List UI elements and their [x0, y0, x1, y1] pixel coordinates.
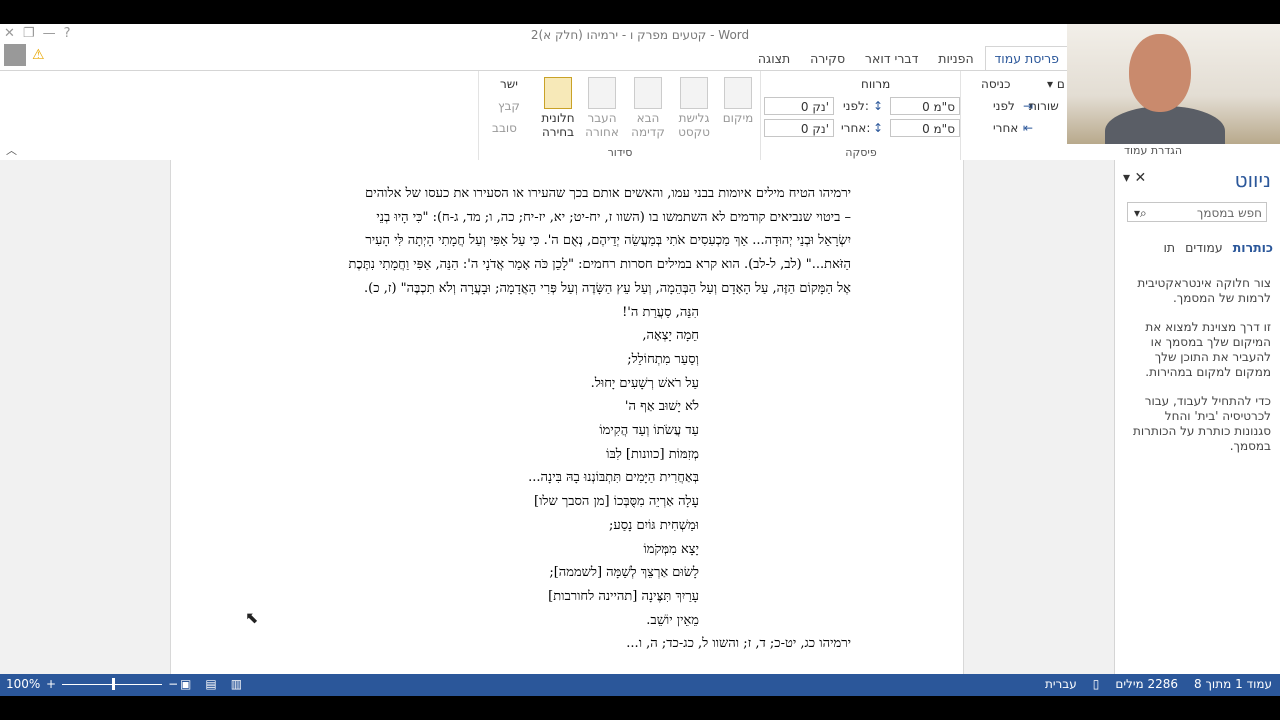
- selection-pane-icon: [544, 77, 572, 109]
- indent-before-label: לפני: [993, 99, 1015, 113]
- paragraph-line: ירמיהו הטיח מילים איומות בבני עמו, והאשי…: [365, 186, 851, 201]
- tab-review[interactable]: סקירה: [802, 47, 853, 70]
- close-nav-pane-icon[interactable]: ✕ ▾: [1123, 170, 1146, 186]
- indent-after-icon: ⇤: [1023, 121, 1034, 135]
- webcam-overlay: [1067, 24, 1280, 144]
- spacing-before-input[interactable]: 0 נק': [764, 97, 834, 115]
- indent-group: כניסה לפני אחרי ⇥ ⇤ ▾ ם שורות: [960, 71, 1069, 161]
- position-icon: [724, 77, 752, 109]
- align-button[interactable]: ישר: [500, 77, 518, 91]
- poem-line: מְזִמּוֹת [כוונות] לִבּוֹ: [606, 446, 699, 462]
- web-layout-icon[interactable]: ▣: [180, 677, 191, 691]
- tab-mailings[interactable]: דברי דואר: [857, 47, 927, 70]
- nav-help-paragraph: כדי להתחיל לעבוד, עבור לכרטיסיה 'בית' וה…: [1133, 394, 1271, 453]
- paragraph-line: הַזֹּאת..." (לב, ל-לב). הוא קרא במילים ח…: [348, 257, 851, 273]
- tab-results[interactable]: תו: [1163, 240, 1175, 255]
- poem-line: בְּאַחֲרִית הַיָּמִים תִּתְבּוֹנְנוּ בָה…: [528, 470, 699, 486]
- proofing-icon[interactable]: ▯: [1093, 677, 1100, 691]
- bring-forward-icon: [634, 77, 662, 109]
- document-area: ירמיהו הטיח מילים איומות בבני עמו, והאשי…: [0, 160, 1114, 674]
- spacing-after-icon: ↕: [873, 121, 884, 135]
- paragraph-line: אֶל הַמָּקוֹם הַזֶּה, עַל הָאָדָם וְעַל …: [364, 280, 851, 296]
- page-setup-label: הגדרת עמוד: [1124, 144, 1183, 157]
- nav-help-paragraph: זו דרך מצוינת למצוא את המיקום שלך במסמך …: [1145, 320, 1271, 379]
- indent-header: כניסה: [981, 77, 1011, 91]
- poem-line: הִנֵּה, סַעֲרַת ה'!: [622, 304, 699, 320]
- arrange-group-label: סידור: [607, 146, 633, 159]
- search-icon[interactable]: ⌕▾: [1134, 203, 1147, 223]
- poem-line: יָצָא מִמְּקֹמוֹ: [643, 541, 699, 557]
- rotate-button[interactable]: סובב: [492, 121, 517, 135]
- mouse-pointer-icon: ⬉: [245, 608, 259, 627]
- webcam-person-face: [1129, 34, 1191, 112]
- read-mode-icon[interactable]: ▥: [231, 677, 242, 691]
- zoom-level[interactable]: 100%: [6, 677, 40, 691]
- poem-line: לֹא יָשׁוּב אַף ה': [624, 399, 699, 415]
- spacing-header: מרווח: [861, 77, 891, 91]
- spacing-after-label: אחרי:: [841, 121, 871, 135]
- nav-help-paragraph: צור חלוקה אינטראקטיבית לרמות של המסמך.: [1137, 276, 1271, 305]
- tab-headings[interactable]: כותרות: [1233, 240, 1273, 255]
- poem-line: חֵמָה יָצְאָה,: [642, 328, 699, 344]
- language[interactable]: עברית: [1045, 677, 1077, 691]
- lines-label: ▾ ם: [1047, 77, 1065, 91]
- lines-option[interactable]: שורות: [1029, 99, 1059, 113]
- spacing-after-input[interactable]: 0 נק': [764, 119, 834, 137]
- wrap-text-button[interactable]: גלישת טקסט: [674, 75, 714, 139]
- zoom-slider[interactable]: + −: [46, 677, 178, 691]
- send-backward-button[interactable]: העבר אחורה: [582, 75, 622, 139]
- paragraph-line: יִשְׂרָאֵל וּבְנֵי יְהוּדָה... אַךְ מַכְ…: [365, 233, 851, 249]
- position-button[interactable]: מיקום: [718, 75, 758, 125]
- word-window: ✕ ❐ — ? קטעים מפרק ו - ירמיהו (חלק א)2 -…: [0, 24, 1280, 696]
- ribbon-tabs: פריסת עמוד הפניות דברי דואר סקירה תצוגה: [0, 46, 1068, 71]
- zoom-in-icon[interactable]: +: [46, 677, 56, 691]
- send-backward-icon: [588, 77, 616, 109]
- tab-references[interactable]: הפניות: [930, 47, 981, 70]
- poem-line: וּמַשְׁחִית גּוֹיִם נָסַע;: [608, 517, 699, 533]
- ribbon: כניסה לפני אחרי ⇥ ⇤ ▾ ם שורות 0 ס"מ 0 ס"…: [0, 70, 1068, 162]
- navigation-pane: ניווט ✕ ▾ חפש במסמך ⌕▾ כותרות עמודים תו …: [1114, 160, 1280, 674]
- zoom-thumb[interactable]: [112, 677, 116, 690]
- nav-pane-title: ניווט: [1234, 168, 1271, 192]
- collapse-ribbon-icon[interactable]: ︿: [6, 142, 17, 158]
- poem-line: לָשׂוּם אַרְצֵךְ לְשַׁמָּה [לשממה];: [549, 565, 699, 581]
- nav-tabs: כותרות עמודים תו: [1163, 240, 1273, 255]
- tab-pages[interactable]: עמודים: [1185, 240, 1223, 255]
- paragraph-group-label: פיסקה: [845, 146, 877, 159]
- poem-line: עָלָה אַרְיֵה מִסֻּבְּכוֹ [מן הסבך שלו]: [534, 494, 699, 510]
- wrap-text-icon: [680, 77, 708, 109]
- poem-line: וְסַעַר מִתְחוֹלֵל;: [627, 351, 699, 367]
- reference-line: ירמיהו כג, יט-כ; ד, ז; והשוו ל, כג-כד; ה…: [626, 636, 851, 652]
- spacing-before-icon: ↕: [873, 99, 884, 113]
- page-count[interactable]: עמוד 1 מתוך 8: [1194, 677, 1272, 691]
- tab-view[interactable]: תצוגה: [750, 47, 798, 70]
- poem-line: עָרַיִךְ תִּצֶּינָה [תהיינה לחורבות]: [548, 588, 699, 604]
- document-text[interactable]: ירמיהו הטיח מילים איומות בבני עמו, והאשי…: [281, 182, 851, 656]
- poem-line: עַד עֲשֹׂתוֹ וְעַד הֲקִימוֹ: [599, 423, 699, 439]
- poem-line: מֵאֵין יוֹשֵׁב.: [646, 612, 699, 628]
- selection-pane-button[interactable]: חלונית בחירה: [538, 75, 578, 139]
- nav-pane-help: צור חלוקה אינטראקטיבית לרמות של המסמך. ז…: [1127, 276, 1271, 468]
- nav-search-input[interactable]: חפש במסמך ⌕▾: [1127, 202, 1267, 222]
- bring-forward-button[interactable]: הבא קדימה: [628, 75, 668, 139]
- spacing-group: מרווח לפני: אחרי: ↕ ↕ פיסקה: [760, 71, 961, 161]
- zoom-track[interactable]: [62, 677, 163, 690]
- status-info: עמוד 1 מתוך 8 2286 מילים ▯ עברית: [1045, 677, 1272, 691]
- group-button[interactable]: קבץ: [498, 99, 520, 113]
- word-count[interactable]: 2286 מילים: [1115, 677, 1178, 691]
- view-buttons: ▣ ▤ ▥: [180, 677, 242, 691]
- paragraph-line: – ביטוי שנביאים קודמים לא השתמשו בו (השו…: [376, 209, 851, 225]
- tab-page-layout[interactable]: פריסת עמוד: [985, 46, 1068, 71]
- indent-after-label: אחרי: [993, 121, 1019, 135]
- document-page[interactable]: ירמיהו הטיח מילים איומות בבני עמו, והאשי…: [170, 160, 964, 674]
- zoom-out-icon[interactable]: −: [168, 677, 178, 691]
- print-layout-icon[interactable]: ▤: [205, 677, 216, 691]
- status-bar: 100% + − ▣ ▤ ▥ עמוד 1 מתוך 8 2286 מילים …: [0, 674, 1280, 696]
- poem-line: עַל רֹאשׁ רְשָׁעִים יָחוּל.: [590, 375, 699, 391]
- spacing-before-label: לפני:: [843, 99, 869, 113]
